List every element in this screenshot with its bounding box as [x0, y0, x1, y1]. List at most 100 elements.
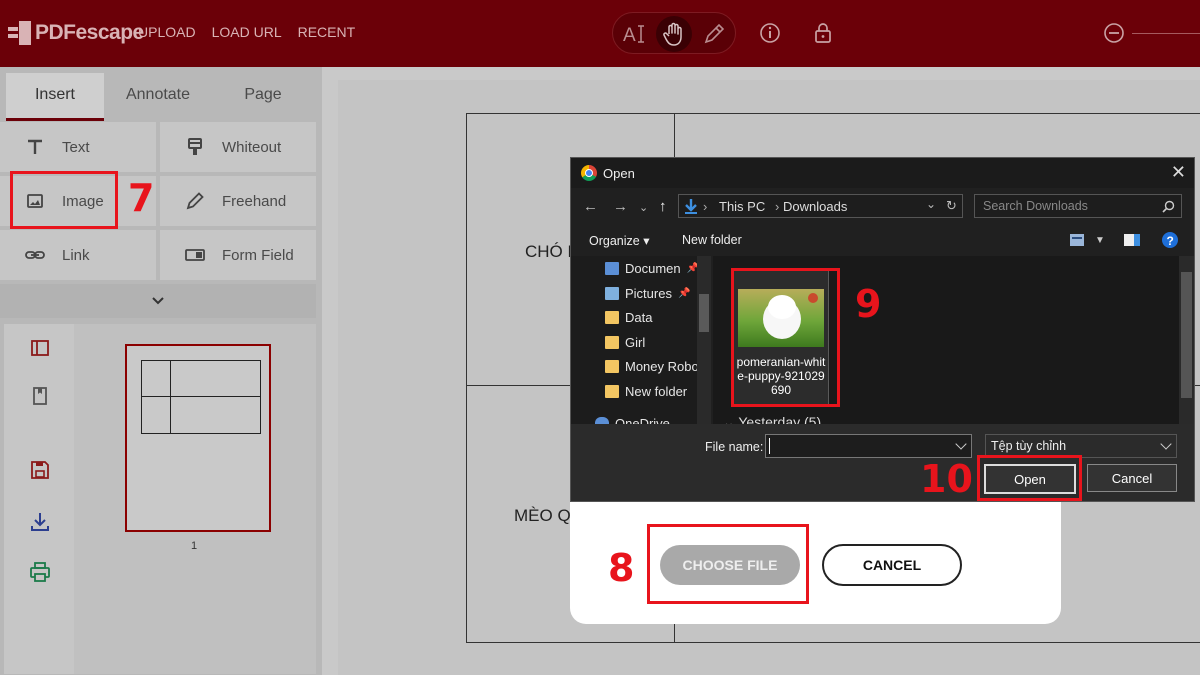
command-bar: Organize ▾ New folder ▼ ?	[571, 228, 1194, 254]
nav-item-money-robot[interactable]: Money Robo	[605, 354, 699, 378]
back-icon[interactable]: ←	[583, 198, 598, 215]
download-icon[interactable]	[28, 510, 52, 534]
search-input[interactable]: Search Downloads	[974, 194, 1182, 218]
forward-icon[interactable]: →	[613, 198, 628, 215]
text-select-tool[interactable]: A	[617, 16, 653, 52]
chevron-down-icon[interactable]: ⌄	[639, 201, 648, 214]
nav-item-label: Documen	[625, 260, 681, 276]
highlight-box-choose-file	[647, 524, 809, 604]
zoom-out-icon[interactable]	[1102, 21, 1126, 45]
hand-tool[interactable]	[656, 16, 692, 52]
nav-item-label: Data	[625, 309, 653, 325]
address-row: ← → ⌄ ↑ › This PC › Downloads ⌄ ↻ Search…	[571, 192, 1194, 222]
tab-insert[interactable]: Insert	[6, 73, 104, 121]
breadcrumb-this-pc[interactable]: This PC	[719, 199, 765, 214]
nav-upload[interactable]: UPLOAD	[138, 24, 196, 40]
link-tool-label: Link	[62, 246, 90, 264]
chevron-down-icon	[1160, 438, 1172, 450]
save-icon[interactable]	[28, 458, 52, 482]
search-icon	[1162, 200, 1175, 213]
expand-tools-button[interactable]	[0, 284, 316, 318]
preview-pane-icon[interactable]	[1123, 233, 1141, 247]
text-tool-button[interactable]: Text	[0, 122, 156, 172]
whiteout-tool-label: Whiteout	[222, 138, 282, 156]
nav-item-label: Money Robo	[625, 358, 699, 374]
link-tool-button[interactable]: Link	[0, 230, 156, 280]
step-number-8: 8	[608, 546, 635, 590]
step-number-10: 10	[920, 457, 973, 501]
form-field-tool-button[interactable]: Form Field	[160, 230, 316, 280]
refresh-icon[interactable]: ↻	[946, 198, 957, 214]
nav-item-documents[interactable]: Documen 📌	[605, 256, 699, 280]
nav-load-url[interactable]: LOAD URL	[212, 24, 282, 40]
dialog-title: Open	[603, 166, 635, 181]
pencil-icon	[704, 23, 725, 44]
thumbnail-table	[141, 360, 261, 434]
new-folder-button[interactable]: New folder	[682, 233, 742, 247]
lock-icon[interactable]	[811, 21, 835, 45]
nav-pane-scrollbar[interactable]	[697, 256, 711, 424]
chevron-down-icon[interactable]: ⌄	[926, 197, 936, 211]
logo-icon	[8, 21, 32, 45]
whiteout-tool-button[interactable]: Whiteout	[160, 122, 316, 172]
highlight-box-open	[977, 455, 1082, 501]
print-icon[interactable]	[28, 560, 52, 584]
chevron-down-icon[interactable]	[955, 438, 967, 450]
folder-icon	[605, 310, 619, 324]
pin-icon: 📌	[677, 287, 691, 299]
scrollbar-thumb[interactable]	[699, 294, 709, 332]
thumbnails-icon[interactable]	[28, 336, 52, 360]
left-panel: Insert Annotate Page Text Whiteout Image…	[0, 67, 322, 675]
filename-label: File name:	[705, 440, 764, 454]
chrome-icon	[581, 165, 597, 181]
scrollbar-thumb[interactable]	[1181, 272, 1192, 398]
tab-annotate[interactable]: Annotate	[108, 73, 208, 121]
table-cell-text: MÈO Q	[514, 506, 571, 525]
file-list-scrollbar[interactable]	[1179, 256, 1194, 424]
nav-item-new-folder[interactable]: New folder	[605, 379, 687, 403]
documents-folder-icon	[605, 261, 619, 275]
up-icon[interactable]: ↑	[659, 198, 667, 215]
chevron-down-icon[interactable]: ▼	[1095, 235, 1105, 246]
pencil-tool[interactable]	[696, 16, 732, 52]
view-icon[interactable]	[1069, 233, 1085, 247]
close-icon[interactable]: ✕	[1171, 162, 1186, 183]
thumbnail-divider	[142, 396, 260, 397]
nav-item-pictures[interactable]: Pictures 📌	[605, 281, 690, 305]
step-number-9: 9	[855, 282, 882, 326]
help-icon[interactable]: ?	[1161, 231, 1179, 249]
upload-cancel-button[interactable]: CANCEL	[822, 544, 962, 586]
zoom-slider[interactable]	[1132, 33, 1200, 34]
nav-item-girl[interactable]: Girl	[605, 330, 645, 354]
info-icon[interactable]	[758, 21, 782, 45]
whiteout-icon	[188, 138, 202, 155]
nav-item-onedrive[interactable]: OneDrive	[595, 411, 670, 424]
nav-item-data[interactable]: Data	[605, 305, 652, 329]
open-file-dialog: Open ✕ ← → ⌄ ↑ › This PC › Downloads ⌄ ↻…	[570, 157, 1195, 502]
breadcrumb-downloads[interactable]: Downloads	[783, 199, 847, 214]
page-thumbnail[interactable]	[125, 344, 271, 532]
highlight-box-file	[731, 268, 840, 407]
svg-text:A: A	[623, 25, 636, 46]
folder-icon	[605, 384, 619, 398]
chevron-down-icon	[152, 297, 164, 305]
tab-page[interactable]: Page	[212, 73, 314, 121]
chevron-right-icon: ›	[775, 199, 780, 214]
dialog-bottom: File name: Tệp tùy chỉnh Open Cancel	[571, 424, 1194, 501]
text-icon	[28, 139, 42, 154]
nav-recent[interactable]: RECENT	[298, 24, 356, 40]
filename-input[interactable]	[765, 434, 972, 458]
thumbnail-divider	[170, 361, 171, 433]
dialog-cancel-button[interactable]: Cancel	[1087, 464, 1177, 492]
nav-item-label: Girl	[625, 334, 646, 350]
folder-icon	[605, 335, 619, 349]
logo[interactable]: PDFescape	[8, 18, 144, 48]
bookmark-icon[interactable]	[28, 384, 52, 408]
pencil-icon	[186, 192, 204, 210]
address-bar[interactable]: › This PC › Downloads ⌄ ↻	[678, 194, 963, 218]
navigation-pane: Documen 📌 Pictures 📌 Data Girl Money Robo …	[571, 256, 711, 424]
text-tool-label: Text	[62, 138, 90, 156]
search-placeholder: Search Downloads	[983, 199, 1088, 213]
organize-button[interactable]: Organize ▾	[589, 233, 649, 248]
freehand-tool-button[interactable]: Freehand	[160, 176, 316, 226]
